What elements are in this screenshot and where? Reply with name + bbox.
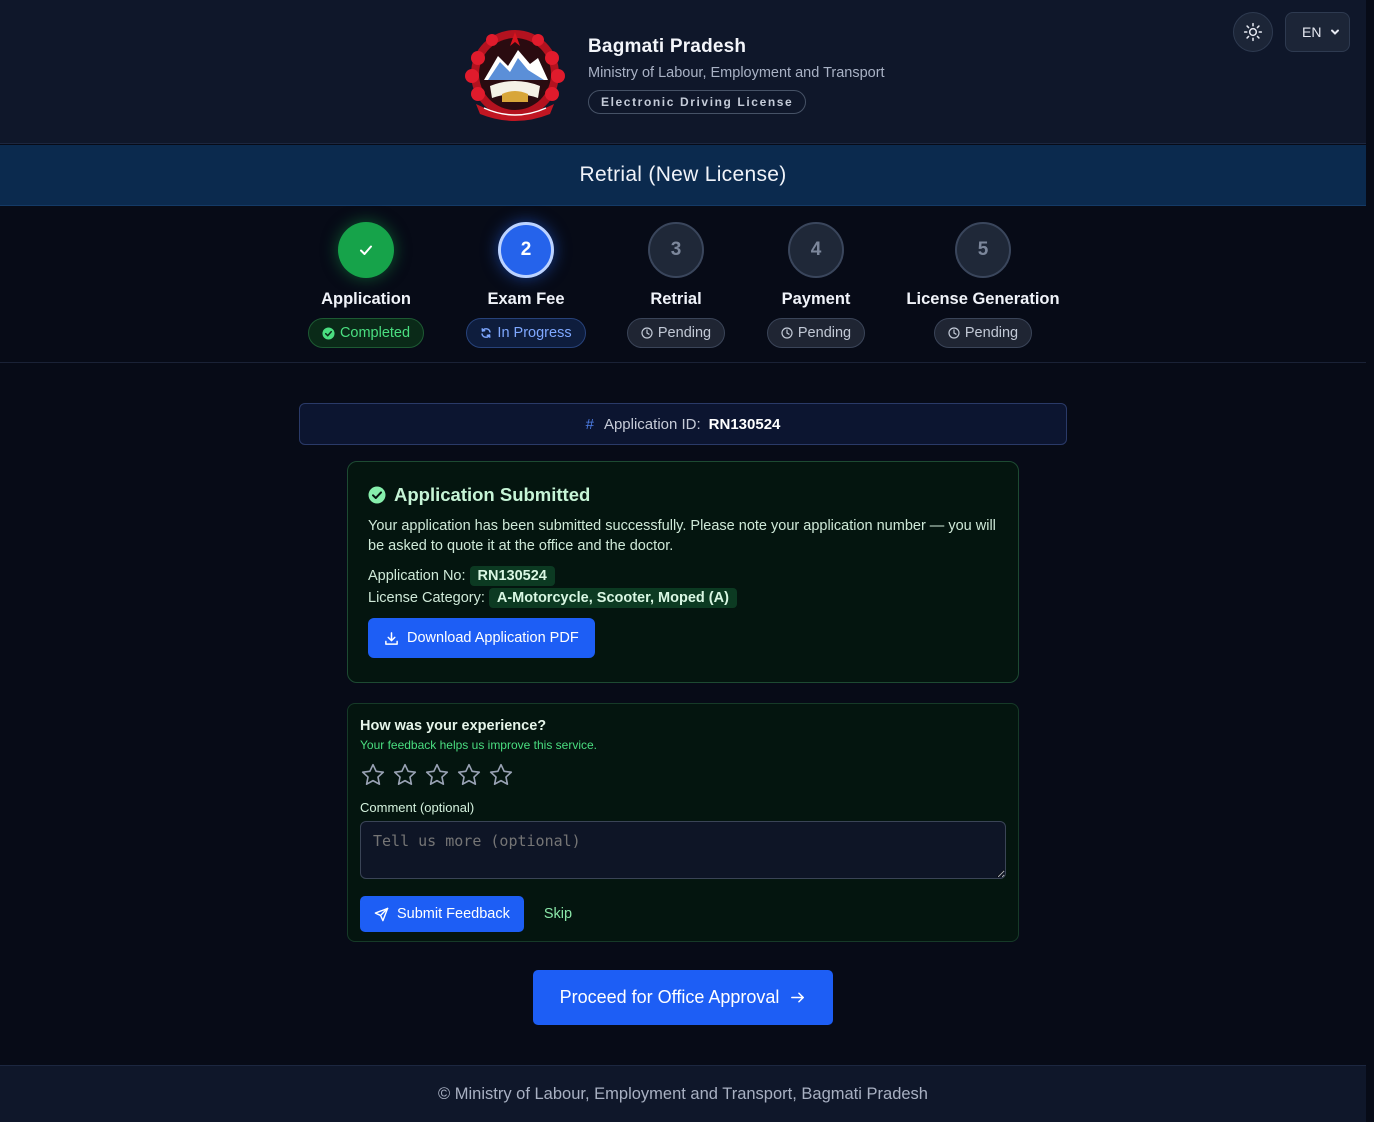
application-id-bar: # Application ID: RN130524	[299, 403, 1067, 445]
success-header: Application Submitted	[368, 484, 998, 506]
feedback-card: How was your experience? Your feedback h…	[347, 703, 1019, 942]
download-icon	[385, 631, 398, 645]
star-icon[interactable]	[392, 762, 418, 788]
scrollbar-gutter	[1366, 0, 1374, 1122]
page-title-band: Retrial (New License)	[0, 145, 1366, 206]
step-label: Payment	[781, 290, 851, 308]
step-application: Application Completed	[276, 222, 456, 348]
download-pdf-button[interactable]: Download Application PDF	[368, 618, 595, 658]
step-status-badge: Pending	[626, 318, 726, 348]
check-icon	[360, 245, 372, 255]
refresh-icon	[481, 328, 492, 338]
theme-toggle-button[interactable]	[1233, 12, 1273, 52]
application-id-value: RN130524	[708, 415, 781, 433]
brand-subtitle: Ministry of Labour, Employment and Trans…	[588, 65, 885, 81]
step-status-text: In Progress	[497, 325, 572, 341]
brand-title: Bagmati Pradesh	[588, 36, 747, 57]
step-status-badge: Completed	[307, 318, 425, 348]
star-icon[interactable]	[360, 762, 386, 788]
proceed-label: Proceed for Office Approval	[559, 987, 780, 1007]
comment-label: Comment (optional)	[360, 800, 475, 815]
application-id-label: Application ID:	[603, 415, 701, 433]
send-icon	[374, 907, 389, 921]
step-license-generation: 5 License Generation Pending	[893, 222, 1073, 348]
check-circle-icon	[322, 326, 335, 340]
check-circle-icon	[368, 486, 386, 504]
step-status-badge: Pending	[766, 318, 866, 348]
star-icon[interactable]	[424, 762, 450, 788]
submit-feedback-button[interactable]: Submit Feedback	[360, 896, 524, 932]
success-title: Application Submitted	[394, 484, 591, 505]
language-select[interactable]: EN	[1285, 12, 1350, 52]
step-status-badge: Pending	[933, 318, 1033, 348]
license-category-value: A-Motorcycle, Scooter, Moped (A)	[488, 588, 737, 608]
step-indicator	[338, 222, 394, 278]
brand-block: Bagmati Pradesh Ministry of Labour, Empl…	[588, 36, 885, 114]
success-message: Your application has been submitted succ…	[368, 518, 996, 554]
submit-feedback-label: Submit Feedback	[397, 906, 510, 922]
feedback-subtitle: Your feedback helps us improve this serv…	[360, 738, 598, 752]
nepal-emblem-logo	[465, 30, 565, 121]
arrow-right-icon	[791, 992, 805, 1003]
comment-textarea[interactable]	[360, 821, 1006, 879]
footer-text: © Ministry of Labour, Employment and Tra…	[438, 1084, 928, 1103]
application-no-value: RN130524	[469, 566, 555, 586]
license-category-row: License Category: A-Motorcycle, Scooter,…	[368, 588, 998, 608]
chevron-down-icon	[1331, 29, 1339, 35]
submission-success-card: Application Submitted Your application h…	[347, 461, 1019, 683]
site-header: Bagmati Pradesh Ministry of Labour, Empl…	[0, 0, 1366, 144]
download-pdf-label: Download Application PDF	[407, 630, 579, 646]
feedback-title: How was your experience?	[360, 718, 547, 734]
page-title: Retrial (New License)	[579, 163, 787, 186]
step-label: License Generation	[906, 290, 1060, 308]
step-indicator: 3	[648, 222, 704, 278]
application-no-row: Application No: RN130524	[368, 566, 998, 586]
step-status-text: Pending	[964, 325, 1019, 341]
feedback-actions: Submit Feedback Skip	[360, 896, 1006, 932]
clock-icon	[781, 327, 793, 339]
site-footer: © Ministry of Labour, Employment and Tra…	[0, 1065, 1366, 1122]
star-icon[interactable]	[488, 762, 514, 788]
hash-icon: #	[585, 415, 594, 433]
step-indicator: 2	[498, 222, 554, 278]
proceed-office-approval-button[interactable]: Proceed for Office Approval	[533, 970, 833, 1025]
step-status-text: Pending	[797, 325, 852, 341]
step-indicator: 4	[788, 222, 844, 278]
product-badge: Electronic Driving License	[588, 90, 807, 114]
step-status-badge: In Progress	[466, 318, 586, 348]
clock-icon	[641, 327, 653, 339]
step-label: Application	[321, 290, 411, 308]
star-rating	[360, 762, 1006, 788]
skip-link[interactable]: Skip	[544, 906, 572, 922]
license-category-label: License Category:	[368, 590, 485, 606]
page: Bagmati Pradesh Ministry of Labour, Empl…	[0, 0, 1374, 1122]
step-payment: 4 Payment Pending	[726, 222, 906, 348]
sun-icon	[1243, 22, 1263, 42]
application-no-label: Application No:	[368, 568, 466, 584]
clock-icon	[948, 327, 960, 339]
language-value: EN	[1302, 24, 1322, 40]
star-icon[interactable]	[456, 762, 482, 788]
progress-stepper: Application Completed 2 Exam Fee In Prog…	[0, 206, 1366, 363]
step-status-text: Pending	[657, 325, 712, 341]
step-indicator: 5	[955, 222, 1011, 278]
step-status-text: Completed	[339, 325, 411, 341]
